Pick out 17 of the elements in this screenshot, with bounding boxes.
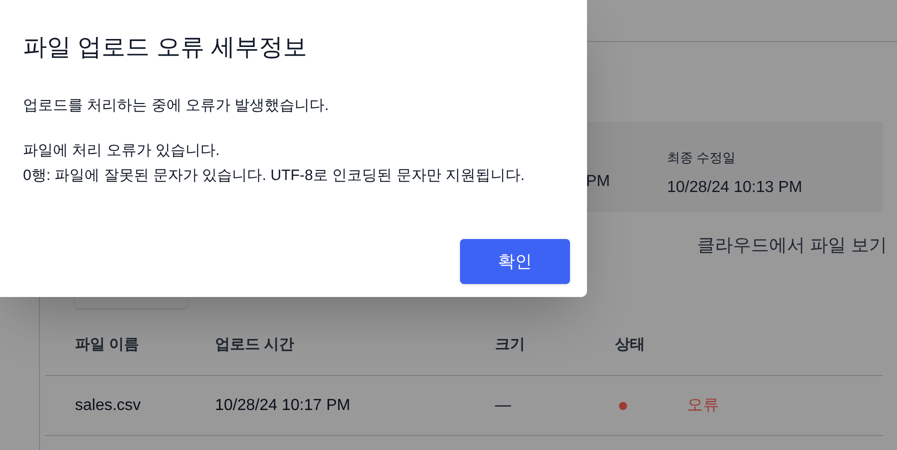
error-detail: 파일에 처리 오류가 있습니다.	[23, 140, 221, 160]
view-in-cloud-link[interactable]: 클라우드에서 파일 보기	[696, 232, 887, 282]
card-value: 10/28/24 10:13 PM	[667, 178, 802, 198]
error-detail: 0행: 파일에 잘못된 문자가 있습니다. UTF-8로 인코딩된 문자만 지원됩니다.	[23, 166, 526, 186]
card-label: 최종 수정일	[667, 149, 737, 167]
card-value: PM	[586, 172, 610, 192]
dialog-title: 파일 업로드 오류 세부정보	[23, 33, 308, 63]
status-text: 오류	[687, 396, 719, 416]
column-header: 상태	[615, 335, 646, 356]
table-cell-text: —	[495, 396, 512, 416]
confirm-button[interactable]: 확인	[460, 239, 570, 284]
dialog-message: 업로드를 처리하는 중에 오류가 발생했습니다.	[23, 96, 330, 116]
table-cell-text: sales.csv	[75, 396, 142, 416]
table-cell-text: 10/28/24 10:17 PM	[215, 396, 352, 416]
column-header: 파일 이름	[75, 335, 140, 356]
column-header: 크기	[495, 335, 526, 356]
column-header: 업로드 시간	[215, 335, 296, 356]
